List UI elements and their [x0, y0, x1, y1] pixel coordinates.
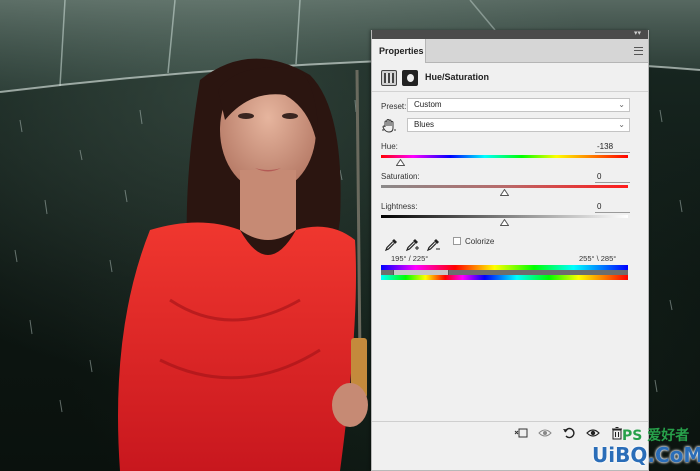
saturation-slider-track[interactable] [381, 185, 628, 188]
colorize-checkbox[interactable] [453, 237, 461, 245]
channel-value: Blues [414, 120, 435, 129]
output-spectrum-bar [381, 275, 628, 280]
chevron-down-icon: ⌄ [618, 100, 625, 109]
eyedropper-icon[interactable] [383, 237, 399, 253]
hue-slider-thumb[interactable] [396, 159, 406, 166]
hand-icon[interactable] [381, 118, 397, 134]
lightness-input[interactable]: 0 [595, 202, 630, 213]
chevron-down-icon: ⌄ [618, 120, 625, 129]
saturation-label: Saturation: [381, 172, 420, 181]
range-left-label: 195° / 225° [391, 254, 429, 263]
lightness-slider-track[interactable] [381, 215, 628, 218]
lightness-slider-thumb[interactable] [500, 219, 509, 226]
tab-row: Properties [372, 39, 648, 63]
eyedropper-plus-icon[interactable] [404, 237, 420, 253]
preset-dropdown[interactable]: Custom ⌄ [407, 98, 630, 112]
collapse-icon[interactable]: ▾▾ [634, 30, 642, 37]
watermark-text: UiBQ.CoM [592, 443, 700, 467]
panel-menu-icon[interactable] [634, 47, 643, 55]
properties-panel: ▾▾ Properties Hue/Saturation Preset: Cus… [371, 30, 649, 471]
tab-properties[interactable]: Properties [372, 39, 426, 63]
watermark-seal: PS 爱好者 [622, 428, 690, 444]
adjustment-layer-icon[interactable] [381, 70, 397, 86]
hue-slider-track[interactable] [381, 155, 628, 158]
range-right-label: 255° \ 285° [579, 254, 617, 263]
lightness-label: Lightness: [381, 202, 418, 211]
site-watermark: PS 爱好者 UiBQ.CoM [592, 425, 700, 471]
panel-title-bar[interactable]: ▾▾ [372, 30, 648, 39]
layer-mask-icon[interactable] [402, 70, 418, 86]
adjustment-header: Hue/Saturation [372, 64, 648, 92]
hue-input[interactable]: -138 [595, 142, 630, 153]
saturation-slider-thumb[interactable] [500, 189, 509, 196]
preset-value: Custom [414, 100, 442, 109]
eyedropper-minus-icon[interactable] [425, 237, 441, 253]
preset-label: Preset: [381, 102, 407, 111]
clip-layer-icon[interactable] [514, 426, 528, 440]
colorize-label: Colorize [465, 237, 495, 246]
adjustment-title: Hue/Saturation [425, 72, 490, 82]
hue-label: Hue: [381, 142, 398, 151]
saturation-input[interactable]: 0 [595, 172, 630, 183]
reset-icon[interactable] [562, 426, 576, 440]
view-previous-icon[interactable] [538, 426, 552, 440]
channel-dropdown[interactable]: Blues ⌄ [407, 118, 630, 132]
